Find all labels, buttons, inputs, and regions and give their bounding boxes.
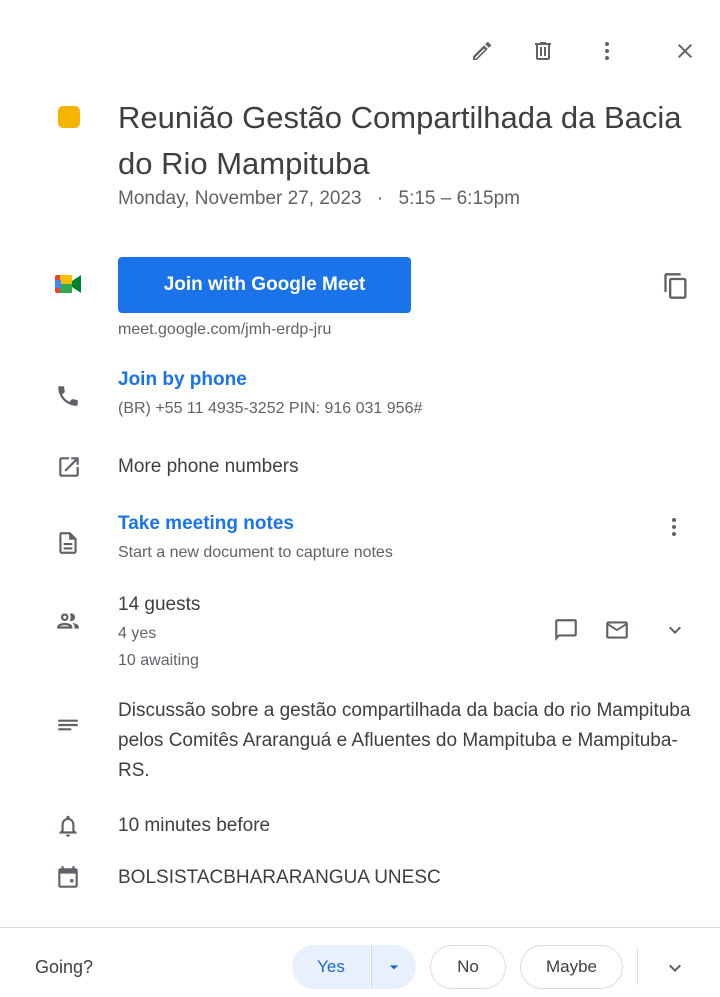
rsvp-yes-button[interactable]: Yes xyxy=(292,945,370,989)
chevron-down-icon xyxy=(669,626,681,634)
google-meet-icon xyxy=(54,270,82,298)
phone-details: (BR) +55 11 4935-3252 PIN: 916 031 956# xyxy=(118,400,423,417)
chat-icon xyxy=(555,619,577,641)
rsvp-no-button[interactable]: No xyxy=(430,945,506,989)
pencil-icon xyxy=(473,41,492,60)
delete-button[interactable] xyxy=(523,31,563,71)
description-icon xyxy=(54,711,82,739)
guests-awaiting-count: 10 awaiting xyxy=(118,652,199,669)
join-meet-button[interactable]: Join with Google Meet xyxy=(118,257,411,313)
footer-separator xyxy=(637,949,638,985)
join-by-phone-link[interactable]: Join by phone xyxy=(118,369,247,391)
event-description: Discussão sobre a gestão compartilhada d… xyxy=(118,700,691,781)
rsvp-maybe-button[interactable]: Maybe xyxy=(520,945,623,989)
bell-icon xyxy=(54,812,82,840)
trash-icon xyxy=(535,42,551,60)
close-button[interactable] xyxy=(665,31,705,71)
event-date: Monday, November 27, 2023 xyxy=(118,188,362,209)
event-time: 5:15 – 6:15pm xyxy=(398,188,520,209)
footer-divider xyxy=(0,927,720,928)
notes-more-button[interactable] xyxy=(654,507,694,547)
guests-yes-count: 4 yes xyxy=(118,625,157,642)
more-options-button[interactable] xyxy=(587,31,627,71)
datetime-separator: · xyxy=(376,188,384,209)
open-in-new-icon xyxy=(55,453,83,481)
event-color-swatch xyxy=(58,106,80,128)
dropdown-arrow-icon xyxy=(389,965,399,970)
take-meeting-notes-link[interactable]: Take meeting notes xyxy=(118,513,294,535)
guest-count: 14 guests xyxy=(118,594,201,615)
more-vert-icon xyxy=(672,518,676,536)
calendar-icon xyxy=(54,864,82,892)
people-icon xyxy=(54,607,82,635)
chat-guests-button[interactable] xyxy=(546,610,586,650)
phone-icon xyxy=(54,382,82,410)
more-vert-icon xyxy=(605,42,609,60)
meeting-notes-detail: Start a new document to capture notes xyxy=(118,544,393,561)
copy-link-button[interactable] xyxy=(656,266,696,306)
chevron-down-icon xyxy=(669,964,681,972)
expand-guests-button[interactable] xyxy=(655,610,695,650)
more-phone-numbers-link[interactable]: More phone numbers xyxy=(118,456,299,478)
edit-button[interactable] xyxy=(462,31,502,71)
going-label: Going? xyxy=(35,957,94,977)
reminder-text: 10 minutes before xyxy=(118,815,271,836)
event-title: Reunião Gestão Compartilhada da Bacia do… xyxy=(118,100,682,181)
meet-url[interactable]: meet.google.com/jmh-erdp-jru xyxy=(118,321,331,339)
rsvp-yes-dropdown[interactable] xyxy=(371,945,416,989)
calendar-owner: BOLSISTACBHARARANGUA UNESC xyxy=(118,867,441,888)
email-guests-button[interactable] xyxy=(597,610,637,650)
mail-icon xyxy=(606,621,628,639)
copy-icon xyxy=(664,273,687,299)
event-datetime: Monday, November 27, 2023 · 5:15 – 6:15p… xyxy=(118,188,520,210)
close-icon xyxy=(678,44,692,58)
document-icon xyxy=(54,529,82,557)
rsvp-options-button[interactable] xyxy=(655,948,695,988)
